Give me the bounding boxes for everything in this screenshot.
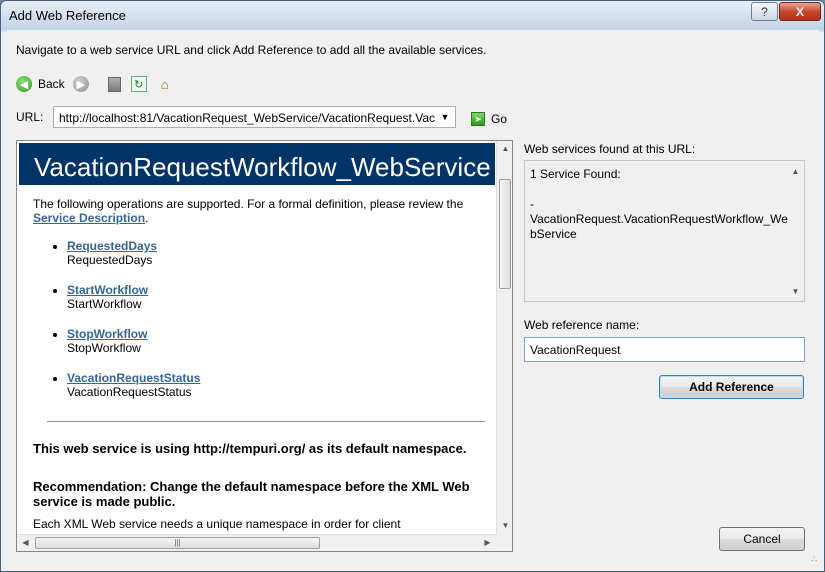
dialog-client-area: Navigate to a web service URL and click … — [7, 30, 819, 567]
scroll-left-icon[interactable]: ◀ — [17, 538, 34, 547]
title-bar: Add Web Reference ? X — [1, 1, 824, 29]
operation-desc: VacationRequestStatus — [67, 385, 192, 399]
url-label: URL: — [16, 110, 44, 124]
scroll-down-icon[interactable]: ▼ — [497, 521, 512, 530]
service-description-link[interactable]: Service Description — [33, 211, 145, 225]
resize-grip-icon[interactable]: ∴ — [811, 554, 817, 565]
go-label: Go — [491, 112, 508, 126]
list-item: VacationRequestStatus VacationRequestSta… — [67, 371, 489, 399]
horizontal-scroll-thumb[interactable]: ||| — [35, 537, 320, 549]
operation-desc: StartWorkflow — [67, 297, 142, 311]
namespace-note: This web service is using http://tempuri… — [33, 441, 467, 456]
service-dash: - — [530, 197, 534, 211]
intro-text: The following operations are supported. … — [33, 197, 464, 211]
operation-link-requesteddays[interactable]: RequestedDays — [67, 239, 157, 253]
scroll-down-icon[interactable]: ▼ — [787, 287, 804, 296]
reference-name-input[interactable] — [524, 337, 805, 362]
divider — [47, 421, 485, 422]
back-button[interactable]: ◀ Back — [16, 76, 65, 92]
explanation-text: Each XML Web service needs a unique name… — [33, 517, 401, 531]
service-page-content: The following operations are supported. … — [33, 197, 489, 415]
operations-intro: The following operations are supported. … — [33, 197, 489, 225]
forward-arrow-icon[interactable]: ▶ — [72, 76, 89, 92]
operation-link-vacationrequeststatus[interactable]: VacationRequestStatus — [67, 371, 200, 385]
services-scrollbar[interactable]: ▲ ▼ — [787, 161, 804, 301]
url-value[interactable]: http://localhost:81/VacationRequest_WebS… — [59, 111, 435, 125]
add-reference-button[interactable]: Add Reference — [659, 375, 804, 399]
recommendation-text: Recommendation: Change the default names… — [33, 479, 470, 509]
operation-link-stopworkflow[interactable]: StopWorkflow — [67, 327, 147, 341]
service-page-header: VacationRequestWorkflow_WebService — [19, 143, 495, 185]
services-found-label: Web services found at this URL: — [524, 142, 696, 156]
web-browser-pane[interactable]: VacationRequestWorkflow_WebService The f… — [16, 140, 513, 552]
scroll-right-icon[interactable]: ▶ — [479, 538, 496, 547]
navigation-toolbar: ◀ Back ▶ ↻ ⌂ — [16, 73, 178, 95]
add-web-reference-dialog: Add Web Reference ? X Navigate to a web … — [0, 0, 825, 572]
instructions-text: Navigate to a web service URL and click … — [16, 43, 487, 57]
close-button[interactable]: X — [779, 2, 821, 21]
stop-icon[interactable] — [107, 76, 121, 92]
horizontal-scrollbar[interactable]: ◀ ||| ▶ — [17, 534, 496, 551]
service-count: 1 Service Found: — [530, 167, 621, 181]
services-found-box[interactable]: 1 Service Found: - VacationRequest.Vacat… — [524, 160, 805, 302]
url-combobox[interactable]: http://localhost:81/VacationRequest_WebS… — [53, 106, 456, 128]
scroll-up-icon[interactable]: ▲ — [787, 167, 804, 176]
service-name: VacationRequest.VacationRequestWorkflow_… — [530, 212, 788, 241]
back-label: Back — [38, 77, 65, 91]
operation-desc: RequestedDays — [67, 253, 153, 267]
vertical-scroll-thumb[interactable] — [499, 179, 511, 289]
list-item: StartWorkflow StartWorkflow — [67, 283, 489, 311]
operation-link-startworkflow[interactable]: StartWorkflow — [67, 283, 148, 297]
help-button[interactable]: ? — [751, 2, 778, 21]
intro-suffix: . — [145, 211, 149, 225]
vertical-scrollbar[interactable]: ▲ ▼ — [496, 141, 512, 534]
window-title: Add Web Reference — [9, 8, 126, 23]
go-arrow-icon: ➤ — [471, 112, 485, 126]
cancel-button[interactable]: Cancel — [719, 527, 805, 551]
back-arrow-icon: ◀ — [16, 76, 32, 92]
scroll-up-icon[interactable]: ▲ — [497, 144, 512, 153]
list-item: RequestedDays RequestedDays — [67, 239, 489, 267]
refresh-icon[interactable]: ↻ — [130, 76, 147, 92]
operation-desc: StopWorkflow — [67, 341, 141, 355]
home-icon[interactable]: ⌂ — [157, 76, 173, 92]
operations-list: RequestedDays RequestedDays StartWorkflo… — [33, 239, 489, 399]
scrollbar-corner — [496, 534, 512, 551]
reference-name-label: Web reference name: — [524, 318, 640, 332]
go-button[interactable]: ➤ Go — [471, 112, 507, 126]
chevron-down-icon[interactable]: ▼ — [436, 108, 454, 126]
list-item: StopWorkflow StopWorkflow — [67, 327, 489, 355]
